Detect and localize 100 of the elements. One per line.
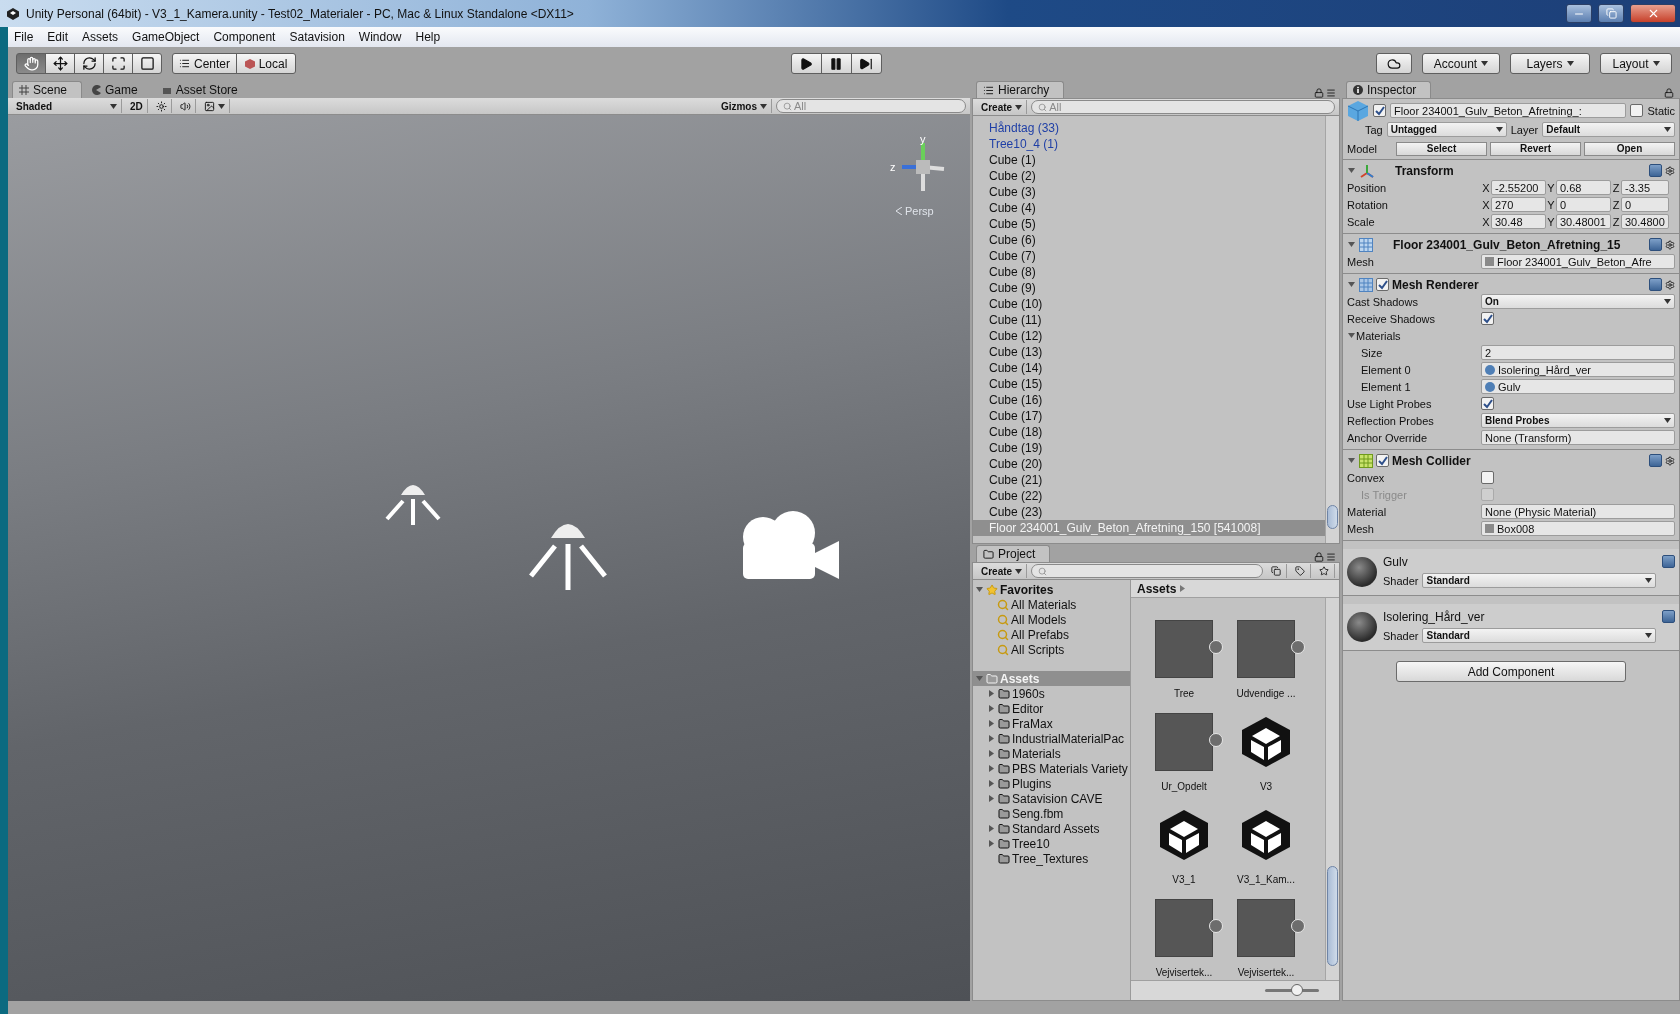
tree-item[interactable]: Plugins — [1012, 776, 1052, 791]
component-title[interactable]: Mesh Collider — [1392, 453, 1646, 468]
hierarchy-item[interactable]: Cube (3) — [973, 184, 1325, 200]
checkbox[interactable] — [1376, 278, 1389, 291]
menu-item[interactable]: Component — [213, 30, 276, 44]
object-field[interactable]: Isolering_Hård_ver — [1481, 362, 1675, 377]
hierarchy-item[interactable]: Cube (7) — [973, 248, 1325, 264]
model-thumbnail[interactable] — [1237, 620, 1295, 678]
menu-icon[interactable] — [1326, 552, 1336, 562]
expanded-arrow-icon[interactable] — [1347, 240, 1356, 249]
tree-item[interactable]: All Models — [1011, 612, 1067, 627]
panel-tab[interactable]: Inspector — [1346, 81, 1432, 98]
component-title[interactable]: Floor 234001_Gulv_Beton_Afretning_15 — [1393, 237, 1646, 252]
shading-dropdown[interactable]: Shaded — [12, 99, 122, 113]
step-button[interactable] — [850, 53, 882, 74]
hierarchy-item[interactable]: Cube (4) — [973, 200, 1325, 216]
settings-icon[interactable] — [1665, 455, 1675, 466]
collapsed-arrow-icon[interactable] — [987, 764, 996, 773]
dropdown[interactable]: Blend Probes — [1481, 413, 1675, 428]
number-field[interactable]: 2 — [1481, 345, 1675, 360]
model-thumbnail[interactable] — [1155, 899, 1213, 957]
collapsed-arrow-icon[interactable] — [987, 689, 996, 698]
account-dropdown[interactable]: Account — [1422, 53, 1500, 74]
lock-icon[interactable] — [1664, 88, 1674, 98]
minimize-button[interactable] — [1566, 4, 1592, 23]
help-icon[interactable] — [1649, 164, 1662, 177]
hierarchy-item[interactable]: Cube (15) — [973, 376, 1325, 392]
dropdown[interactable]: Default — [1542, 122, 1675, 137]
menu-item[interactable]: GameObject — [132, 30, 200, 44]
settings-icon[interactable] — [1665, 239, 1675, 250]
rotate-tool[interactable] — [74, 53, 104, 74]
hierarchy-item[interactable]: Cube (1) — [973, 152, 1325, 168]
layout-dropdown[interactable]: Layout — [1600, 53, 1672, 74]
tree-item[interactable]: 1960s — [1012, 686, 1045, 701]
asset-label[interactable]: Vejvisertek... — [1155, 967, 1213, 978]
hierarchy-item[interactable]: Cube (16) — [973, 392, 1325, 408]
collapsed-arrow-icon[interactable] — [987, 779, 996, 788]
slider-thumb[interactable] — [1291, 984, 1304, 996]
menu-item[interactable]: File — [14, 30, 34, 44]
play-circle-icon[interactable] — [1209, 919, 1223, 933]
close-button[interactable] — [1630, 4, 1676, 23]
model-thumbnail[interactable] — [1237, 899, 1295, 957]
hierarchy-item[interactable]: Tree10_4 (1) — [973, 136, 1325, 152]
create-dropdown[interactable]: Create — [977, 564, 1028, 578]
number-field[interactable]: 30.4800 — [1621, 214, 1669, 229]
shader-dropdown[interactable]: Standard — [1422, 628, 1656, 643]
tree-item[interactable]: All Prefabs — [1011, 627, 1070, 642]
expanded-arrow-icon[interactable] — [1347, 280, 1356, 289]
add-component-button[interactable]: Add Component — [1396, 661, 1626, 682]
collapsed-arrow-icon[interactable] — [987, 824, 996, 833]
object-field[interactable]: Floor 234001_Gulv_Beton_Afre — [1481, 254, 1675, 269]
dropdown[interactable]: Untagged — [1386, 122, 1507, 137]
tree-item[interactable]: Tree_Textures — [1012, 851, 1089, 866]
lock-icon[interactable] — [1314, 552, 1324, 562]
move-tool[interactable] — [45, 53, 75, 74]
checkbox[interactable] — [1481, 312, 1494, 325]
hand-tool[interactable] — [16, 53, 46, 74]
expanded-arrow-icon[interactable] — [1347, 166, 1356, 175]
tree-item[interactable]: All Scripts — [1011, 642, 1065, 657]
tree-item[interactable]: Tree10 — [1012, 836, 1050, 851]
menu-item[interactable]: Satavision — [289, 30, 345, 44]
number-field[interactable]: 30.48 — [1491, 214, 1546, 229]
hierarchy-item[interactable]: Cube (12) — [973, 328, 1325, 344]
asset-label[interactable]: V3_1_Kam... — [1237, 874, 1295, 885]
hierarchy-item[interactable]: Cube (10) — [973, 296, 1325, 312]
shader-dropdown[interactable]: Standard — [1422, 573, 1656, 588]
number-field[interactable]: 0 — [1621, 197, 1669, 212]
expanded-arrow-icon[interactable] — [1347, 456, 1356, 465]
object-field[interactable]: None (Physic Material) — [1481, 504, 1675, 519]
hierarchy-item[interactable]: Håndtag (33) — [973, 120, 1325, 136]
tree-item[interactable]: FraMax — [1012, 716, 1053, 731]
collapsed-arrow-icon[interactable] — [987, 734, 996, 743]
pivot-toggle-button[interactable]: Local — [236, 53, 297, 74]
tree-item[interactable]: Seng.fbm — [1012, 806, 1064, 821]
collapsed-arrow-icon[interactable] — [987, 749, 996, 758]
dropdown[interactable]: On — [1481, 294, 1675, 309]
foldout-label[interactable]: Materials — [1356, 329, 1401, 342]
checkbox[interactable] — [1630, 104, 1644, 117]
hierarchy-item[interactable]: Cube (17) — [973, 408, 1325, 424]
lock-icon[interactable] — [1314, 88, 1324, 98]
model-thumbnail[interactable] — [1155, 620, 1213, 678]
menu-item[interactable]: Assets — [82, 30, 119, 44]
menu-item[interactable]: Help — [415, 30, 441, 44]
collapsed-arrow-icon[interactable] — [987, 704, 996, 713]
play-circle-icon[interactable] — [1209, 640, 1223, 654]
panel-tab[interactable]: Project — [976, 545, 1051, 562]
scale-tool[interactable] — [103, 53, 133, 74]
hierarchy-item[interactable]: Cube (22) — [973, 488, 1325, 504]
expanded-arrow-icon[interactable] — [1347, 331, 1356, 340]
panel-tab[interactable]: Scene — [12, 81, 83, 98]
asset-label[interactable]: V3_1 — [1172, 874, 1196, 885]
gizmos-dropdown[interactable]: Gizmos — [716, 99, 772, 113]
number-field[interactable]: -3.35 — [1621, 180, 1669, 195]
help-icon[interactable] — [1662, 555, 1675, 568]
name-field[interactable]: Floor 234001_Gulv_Beton_Afretning_: — [1390, 103, 1627, 118]
help-icon[interactable] — [1649, 238, 1662, 251]
pivot-toggle-button[interactable]: Center — [172, 53, 238, 74]
settings-icon[interactable] — [1665, 165, 1675, 176]
model-button[interactable]: Open — [1584, 141, 1675, 156]
panel-tab[interactable]: Game — [84, 81, 153, 98]
